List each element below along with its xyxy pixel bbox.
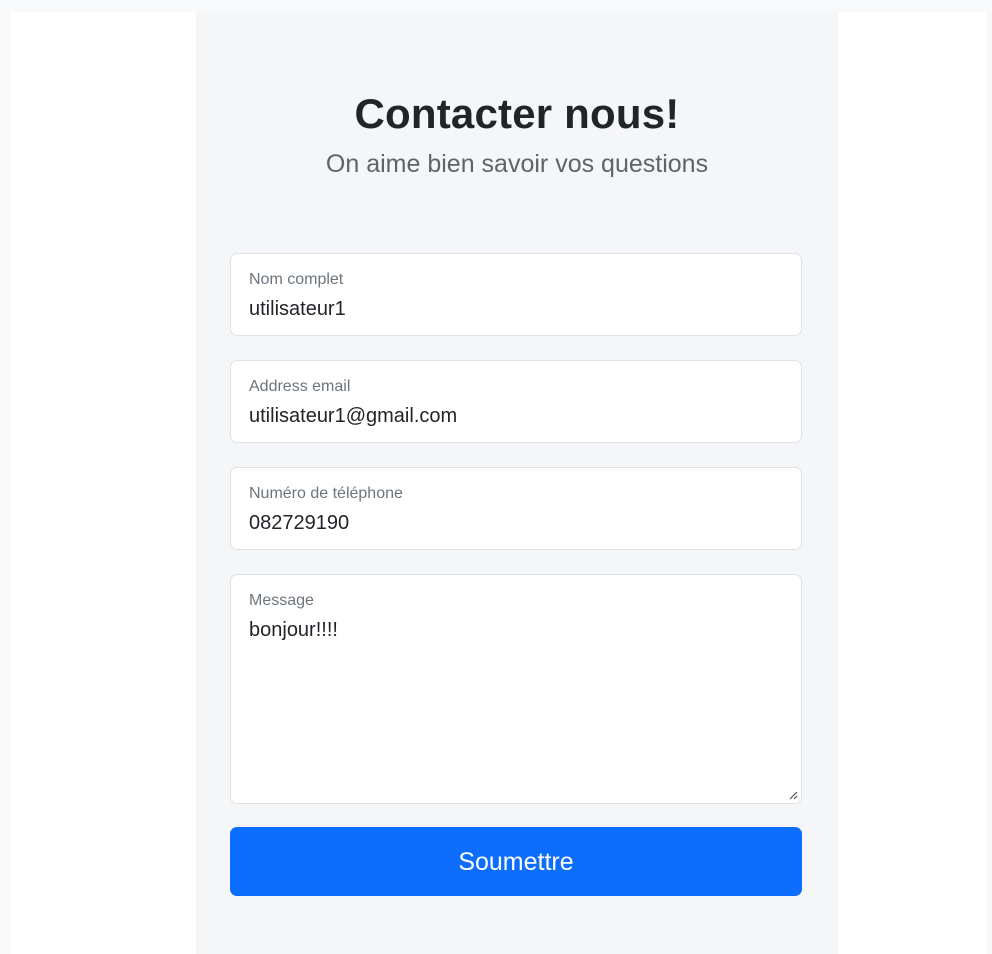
- resize-grip-icon[interactable]: [788, 790, 798, 800]
- name-field-label: Nom complet: [249, 271, 344, 288]
- phone-field-label: Numéro de téléphone: [249, 485, 403, 502]
- email-field-label: Address email: [249, 378, 351, 395]
- email-field[interactable]: Address email utilisateur1@gmail.com: [230, 360, 802, 443]
- message-field[interactable]: Message bonjour!!!!: [230, 574, 802, 804]
- phone-field[interactable]: Numéro de téléphone 082729190: [230, 467, 802, 550]
- submit-button[interactable]: Soumettre: [230, 827, 802, 896]
- message-field-value[interactable]: bonjour!!!!: [249, 618, 338, 642]
- page-subtitle: On aime bien savoir vos questions: [325, 150, 709, 178]
- name-field[interactable]: Nom complet utilisateur1: [230, 253, 802, 336]
- email-field-value[interactable]: utilisateur1@gmail.com: [249, 404, 457, 428]
- phone-field-value[interactable]: 082729190: [249, 511, 349, 535]
- name-field-value[interactable]: utilisateur1: [249, 297, 346, 321]
- page: Contacter nous! On aime bien savoir vos …: [0, 0, 992, 954]
- contact-card: Contacter nous! On aime bien savoir vos …: [196, 12, 838, 954]
- page-title: Contacter nous!: [354, 90, 680, 137]
- message-field-label: Message: [249, 592, 314, 609]
